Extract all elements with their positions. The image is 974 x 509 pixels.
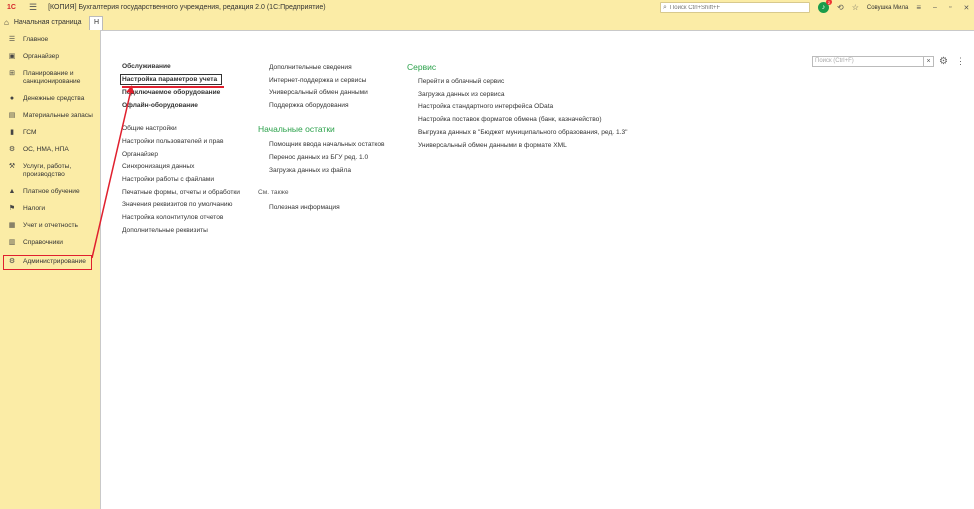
section-title-initial-balances: Начальные остатки xyxy=(258,124,335,134)
sidebar-item-label: Справочники xyxy=(23,239,63,246)
link-transfer-bgu[interactable]: Перенос данных из БГУ ред. 1.0 xyxy=(269,154,368,161)
notifications-icon[interactable]: ♪ 2 xyxy=(818,0,832,13)
sidebar-item-label: Органайзер xyxy=(23,53,59,60)
inventory-icon: ▤ xyxy=(8,112,16,119)
favorites-icon[interactable]: ☆ xyxy=(852,3,859,12)
maximize-icon[interactable]: ▫ xyxy=(949,4,951,11)
link-cloud-service[interactable]: Перейти в облачный сервис xyxy=(418,78,504,85)
link-general-settings[interactable]: Общие настройки xyxy=(122,125,177,132)
fuel-icon: ▮ xyxy=(10,129,14,136)
notification-badge: 2 xyxy=(826,0,832,5)
sidebar-item-label: Главное xyxy=(23,36,49,43)
main-panel: Поиск (Ctrl+F) × ⚙ ⋮ Обслуживание Настро… xyxy=(100,30,974,509)
education-icon: ▲ xyxy=(8,188,16,195)
sidebar-item-label: Планирование и санкционирование xyxy=(23,70,81,85)
title-bar: 1С ☰ [КОПИЯ] Бухгалтерия государственног… xyxy=(0,0,974,15)
sidebar-item-main[interactable]: ☰ Главное xyxy=(0,36,100,44)
link-additional-info[interactable]: Дополнительные сведения xyxy=(269,64,352,71)
link-equipment-support[interactable]: Поддержка оборудования xyxy=(269,102,349,109)
hamburger-menu-icon[interactable]: ☰ xyxy=(29,2,37,13)
main-search-input[interactable]: Поиск (Ctrl+F) xyxy=(812,56,924,67)
assets-icon: ⚙ xyxy=(8,146,16,153)
sidebar-item-planning[interactable]: ⊞ Планирование и санкционирование xyxy=(0,70,90,86)
link-export-budget[interactable]: Выгрузка данных в "Бюджет муниципального… xyxy=(418,129,627,136)
tabs-bar: ⌂ Начальная страница Н xyxy=(0,15,974,30)
reference-icon: ▥ xyxy=(8,239,16,246)
link-report-headers[interactable]: Настройка колонтитулов отчетов xyxy=(122,214,223,221)
link-xml-exchange[interactable]: Универсальный обмен данными в формате XM… xyxy=(418,142,567,149)
link-offline-equipment[interactable]: Офлайн-оборудование xyxy=(122,102,198,109)
sidebar-item-label: Услуги, работы, производство xyxy=(23,163,72,178)
link-print-forms[interactable]: Печатные формы, отчеты и обработки xyxy=(122,189,240,196)
sidebar-item-label: Платное обучение xyxy=(23,188,80,195)
minimize-icon[interactable]: – xyxy=(933,4,937,11)
home-icon: ⌂ xyxy=(4,18,9,27)
organizer-icon: ▣ xyxy=(8,53,16,60)
taxes-icon: ⚑ xyxy=(8,205,16,212)
tab-active[interactable]: Н xyxy=(89,16,103,30)
close-window-icon[interactable]: ✕ xyxy=(963,4,969,12)
link-additional-attributes[interactable]: Дополнительные реквизиты xyxy=(122,227,208,234)
link-load-from-service[interactable]: Загрузка данных из сервиса xyxy=(418,91,504,98)
tab-home[interactable]: ⌂ Начальная страница xyxy=(4,16,82,29)
user-name[interactable]: Совушка Мила xyxy=(867,5,909,11)
menu-icon: ☰ xyxy=(8,36,16,43)
red-underline xyxy=(122,86,224,88)
link-exchange-formats[interactable]: Настройка поставок форматов обмена (банк… xyxy=(418,116,602,123)
link-useful-info[interactable]: Полезная информация xyxy=(269,204,340,211)
sidebar-item-reference[interactable]: ▥ Справочники xyxy=(0,239,100,247)
link-accounting-settings[interactable]: Настройка параметров учета xyxy=(122,76,217,83)
money-icon: ● xyxy=(9,95,15,102)
more-actions-icon[interactable]: ⋮ xyxy=(956,56,965,67)
services-icon: ⚒ xyxy=(8,163,16,170)
link-initial-balances-wizard[interactable]: Помощник ввода начальных остатков xyxy=(269,141,385,148)
sidebar-item-label: ОС, НМА, НПА xyxy=(23,146,69,153)
reports-icon: ▦ xyxy=(8,222,16,229)
sidebar-item-label: Денежные средства xyxy=(23,95,85,102)
section-title-service: Сервис xyxy=(407,62,437,72)
link-load-from-file[interactable]: Загрузка данных из файла xyxy=(269,167,351,174)
link-sync[interactable]: Синхронизация данных xyxy=(122,163,194,170)
link-file-settings[interactable]: Настройки работы с файлами xyxy=(122,176,214,183)
link-connected-equipment[interactable]: Подключаемое оборудование xyxy=(122,89,220,96)
sidebar: ☰ Главное ▣ Органайзер ⊞ Планирование и … xyxy=(0,30,100,509)
app-logo: 1С xyxy=(7,4,16,11)
tab-home-label: Начальная страница xyxy=(13,19,82,26)
sidebar-item-label: ГСМ xyxy=(23,129,37,136)
link-odata-settings[interactable]: Настройка стандартного интерфейса OData xyxy=(418,103,553,110)
sidebar-item-taxes[interactable]: ⚑ Налоги xyxy=(0,205,100,213)
sidebar-item-label: Налоги xyxy=(23,205,46,212)
search-icon: ⌕ xyxy=(663,3,667,11)
link-universal-exchange[interactable]: Универсальный обмен данными xyxy=(269,89,368,96)
app-title: [КОПИЯ] Бухгалтерия государственного учр… xyxy=(48,4,326,11)
link-default-values[interactable]: Значения реквизитов по умолчанию xyxy=(122,201,232,208)
planning-icon: ⊞ xyxy=(9,70,15,77)
global-search[interactable]: ⌕ xyxy=(660,2,810,13)
sidebar-item-organizer[interactable]: ▣ Органайзер xyxy=(0,53,100,61)
sidebar-item-reports[interactable]: ▦ Учет и отчетность xyxy=(0,222,100,230)
highlight-box-administration xyxy=(3,255,92,270)
sidebar-item-assets[interactable]: ⚙ ОС, НМА, НПА xyxy=(0,146,100,154)
history-icon[interactable]: ⟲ xyxy=(837,3,844,12)
link-organizer[interactable]: Органайзер xyxy=(122,151,158,158)
sidebar-item-education[interactable]: ▲ Платное обучение xyxy=(0,188,100,196)
bell-icon: ♪ xyxy=(821,4,826,11)
sidebar-item-money[interactable]: ● Денежные средства xyxy=(0,95,100,103)
link-maintenance[interactable]: Обслуживание xyxy=(122,63,171,70)
titlebar-tools: ♪ 2 ⟲ ☆ Совушка Мила ≡ – ▫ ✕ xyxy=(818,0,969,14)
sidebar-item-label: Учет и отчетность xyxy=(23,222,78,229)
global-search-input[interactable] xyxy=(669,4,800,11)
settings-menu-icon[interactable]: ≡ xyxy=(916,3,921,12)
sidebar-item-label: Материальные запасы xyxy=(23,112,93,119)
clear-search-icon[interactable]: × xyxy=(923,56,934,67)
sidebar-item-inventory[interactable]: ▤ Материальные запасы xyxy=(0,112,100,120)
sidebar-item-services[interactable]: ⚒ Услуги, работы, производство xyxy=(0,163,90,179)
settings-gear-icon[interactable]: ⚙ xyxy=(939,56,948,67)
link-internet-support[interactable]: Интернет-поддержка и сервисы xyxy=(269,77,366,84)
sidebar-item-fuel[interactable]: ▮ ГСМ xyxy=(0,129,100,137)
link-user-settings[interactable]: Настройки пользователей и прав xyxy=(122,138,223,145)
app-window: 1С ☰ [КОПИЯ] Бухгалтерия государственног… xyxy=(0,0,974,509)
section-title-see-also: См. также xyxy=(258,189,289,196)
